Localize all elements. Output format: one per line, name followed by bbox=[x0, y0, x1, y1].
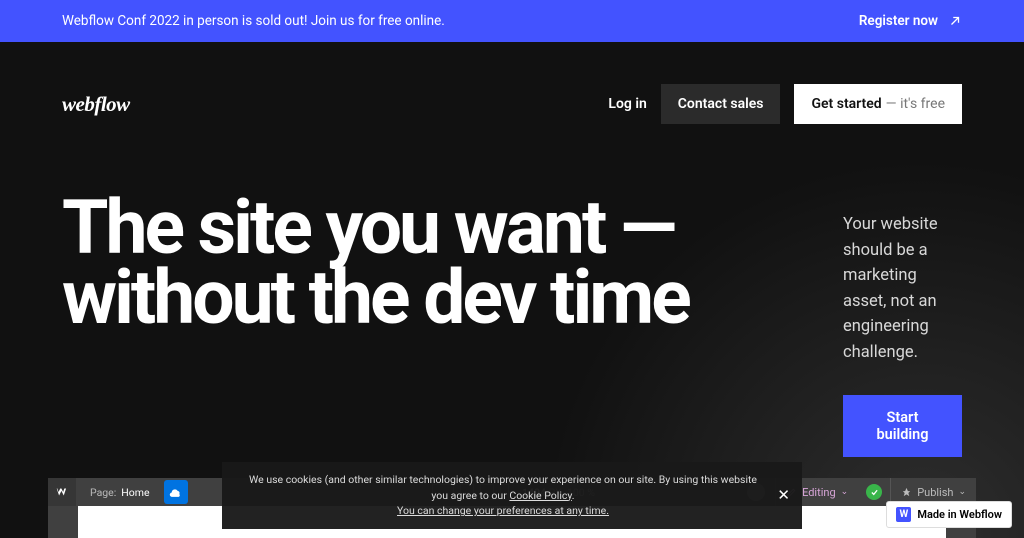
get-started-button[interactable]: Get started — it's free bbox=[794, 84, 962, 124]
cookie-policy-link[interactable]: Cookie Policy bbox=[509, 489, 571, 502]
made-in-webflow-badge[interactable]: W Made in Webflow bbox=[886, 501, 1012, 528]
webflow-logo[interactable]: webflow bbox=[62, 92, 130, 117]
close-icon[interactable]: ✕ bbox=[777, 484, 790, 507]
login-link[interactable]: Log in bbox=[608, 96, 646, 112]
cookie-prefs-link[interactable]: You can change your preferences at any t… bbox=[397, 504, 609, 517]
page-name: Home bbox=[121, 486, 149, 499]
arrow-up-right-icon bbox=[948, 14, 962, 28]
cookie-text-1: We use cookies (and other similar techno… bbox=[249, 473, 757, 502]
hero-subtitle: Your website should be a marketing asset… bbox=[843, 212, 962, 365]
main-content: webflow Log in Contact sales Get started… bbox=[0, 42, 1024, 538]
banner-text: Webflow Conf 2022 in person is sold out!… bbox=[62, 13, 445, 29]
status-check-icon bbox=[866, 484, 882, 500]
cookie-banner: We use cookies (and other similar techno… bbox=[222, 462, 802, 529]
nav-right: Log in Contact sales Get started — it's … bbox=[608, 84, 962, 124]
hero-right: Your website should be a marketing asset… bbox=[843, 194, 962, 457]
webflow-icon[interactable] bbox=[48, 478, 76, 506]
register-now-link[interactable]: Register now bbox=[859, 13, 962, 29]
hero: The site you want — without the dev time… bbox=[62, 194, 962, 457]
badge-label: Made in Webflow bbox=[917, 508, 1002, 521]
page-label: Page: bbox=[90, 486, 116, 499]
chevron-down-icon: ⌄ bbox=[958, 487, 966, 497]
rocket-icon bbox=[901, 487, 912, 498]
contact-sales-button[interactable]: Contact sales bbox=[661, 84, 781, 124]
hero-title: The site you want — without the dev time bbox=[62, 194, 773, 457]
top-nav: webflow Log in Contact sales Get started… bbox=[62, 42, 962, 124]
announcement-banner: Webflow Conf 2022 in person is sold out!… bbox=[0, 0, 1024, 42]
get-started-label: Get started bbox=[811, 96, 881, 112]
page-selector[interactable]: Page: Home bbox=[90, 486, 150, 499]
chevron-down-icon: ⌄ bbox=[841, 487, 849, 497]
webflow-w-icon: W bbox=[896, 507, 911, 522]
cloud-sync-icon[interactable] bbox=[164, 480, 188, 504]
start-building-button[interactable]: Start building bbox=[843, 395, 962, 457]
get-started-suffix: — it's free bbox=[886, 96, 945, 112]
banner-cta-label: Register now bbox=[859, 13, 938, 29]
